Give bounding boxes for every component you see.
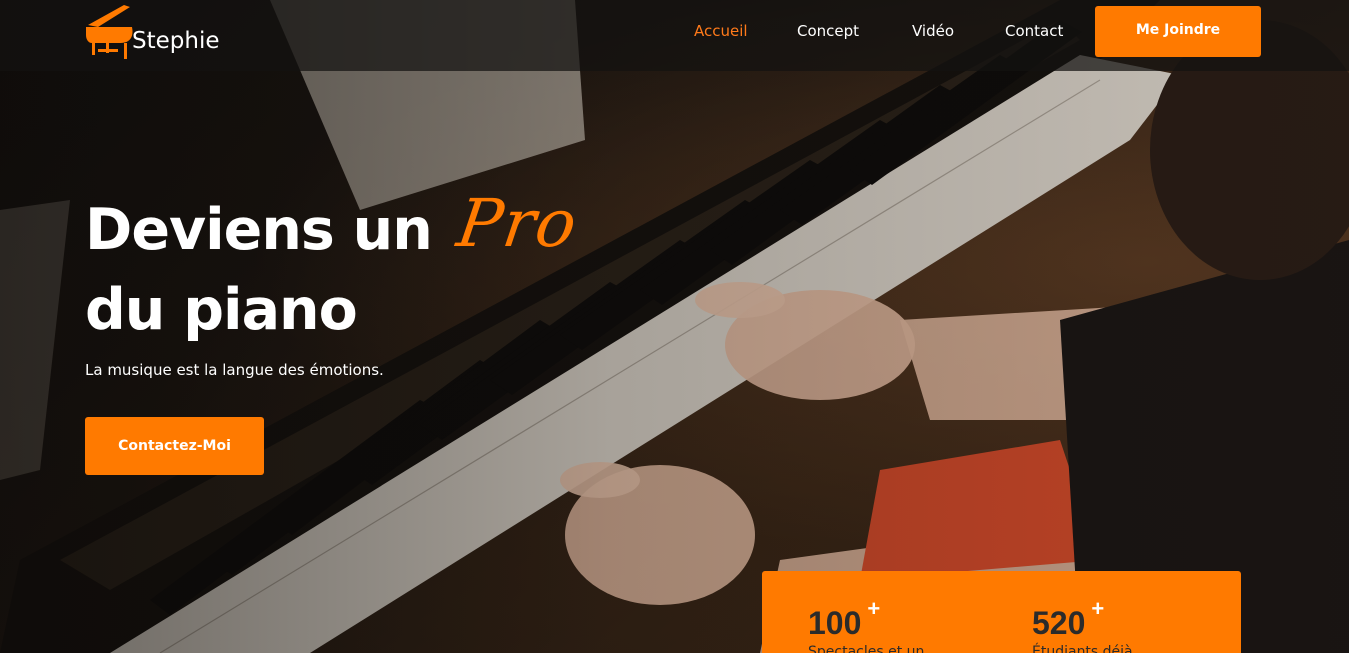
- brand-name: Stephie: [132, 28, 220, 54]
- nav-item-accueil[interactable]: Accueil: [694, 22, 748, 40]
- stat-item: 100 + Spectacles et un: [808, 596, 925, 653]
- site-header: Stephie Accueil Concept Vidéo Contact Me…: [0, 0, 1349, 71]
- hero-title-part1: Deviens un: [85, 197, 433, 263]
- stat-item: 520 + Étudiants déjà: [1032, 596, 1133, 653]
- nav-item-video[interactable]: Vidéo: [912, 22, 954, 40]
- stat-label: Spectacles et un: [808, 644, 925, 653]
- stat-plus-sign: +: [867, 596, 881, 621]
- grand-piano-icon: [84, 3, 136, 66]
- stat-plus-sign: +: [1091, 596, 1105, 621]
- hero-title-highlight: Pro: [452, 185, 583, 262]
- contactez-moi-button[interactable]: Contactez-Moi: [85, 417, 264, 475]
- me-joindre-button[interactable]: Me Joindre: [1095, 6, 1261, 57]
- hero-title-part2: du piano: [85, 277, 358, 343]
- hero-title: Deviens un Pro du piano: [85, 185, 582, 350]
- nav-item-contact[interactable]: Contact: [1005, 22, 1063, 40]
- stat-label: Étudiants déjà: [1032, 644, 1133, 653]
- stat-value: 100: [808, 605, 862, 641]
- hero-subtitle: La musique est la langue des émotions.: [85, 361, 384, 379]
- nav-item-concept[interactable]: Concept: [797, 22, 859, 40]
- stats-panel: 100 + Spectacles et un 520 + Étudiants déj…: [762, 571, 1241, 653]
- stat-value: 520: [1032, 605, 1086, 641]
- brand-logo[interactable]: Stephie: [84, 3, 220, 66]
